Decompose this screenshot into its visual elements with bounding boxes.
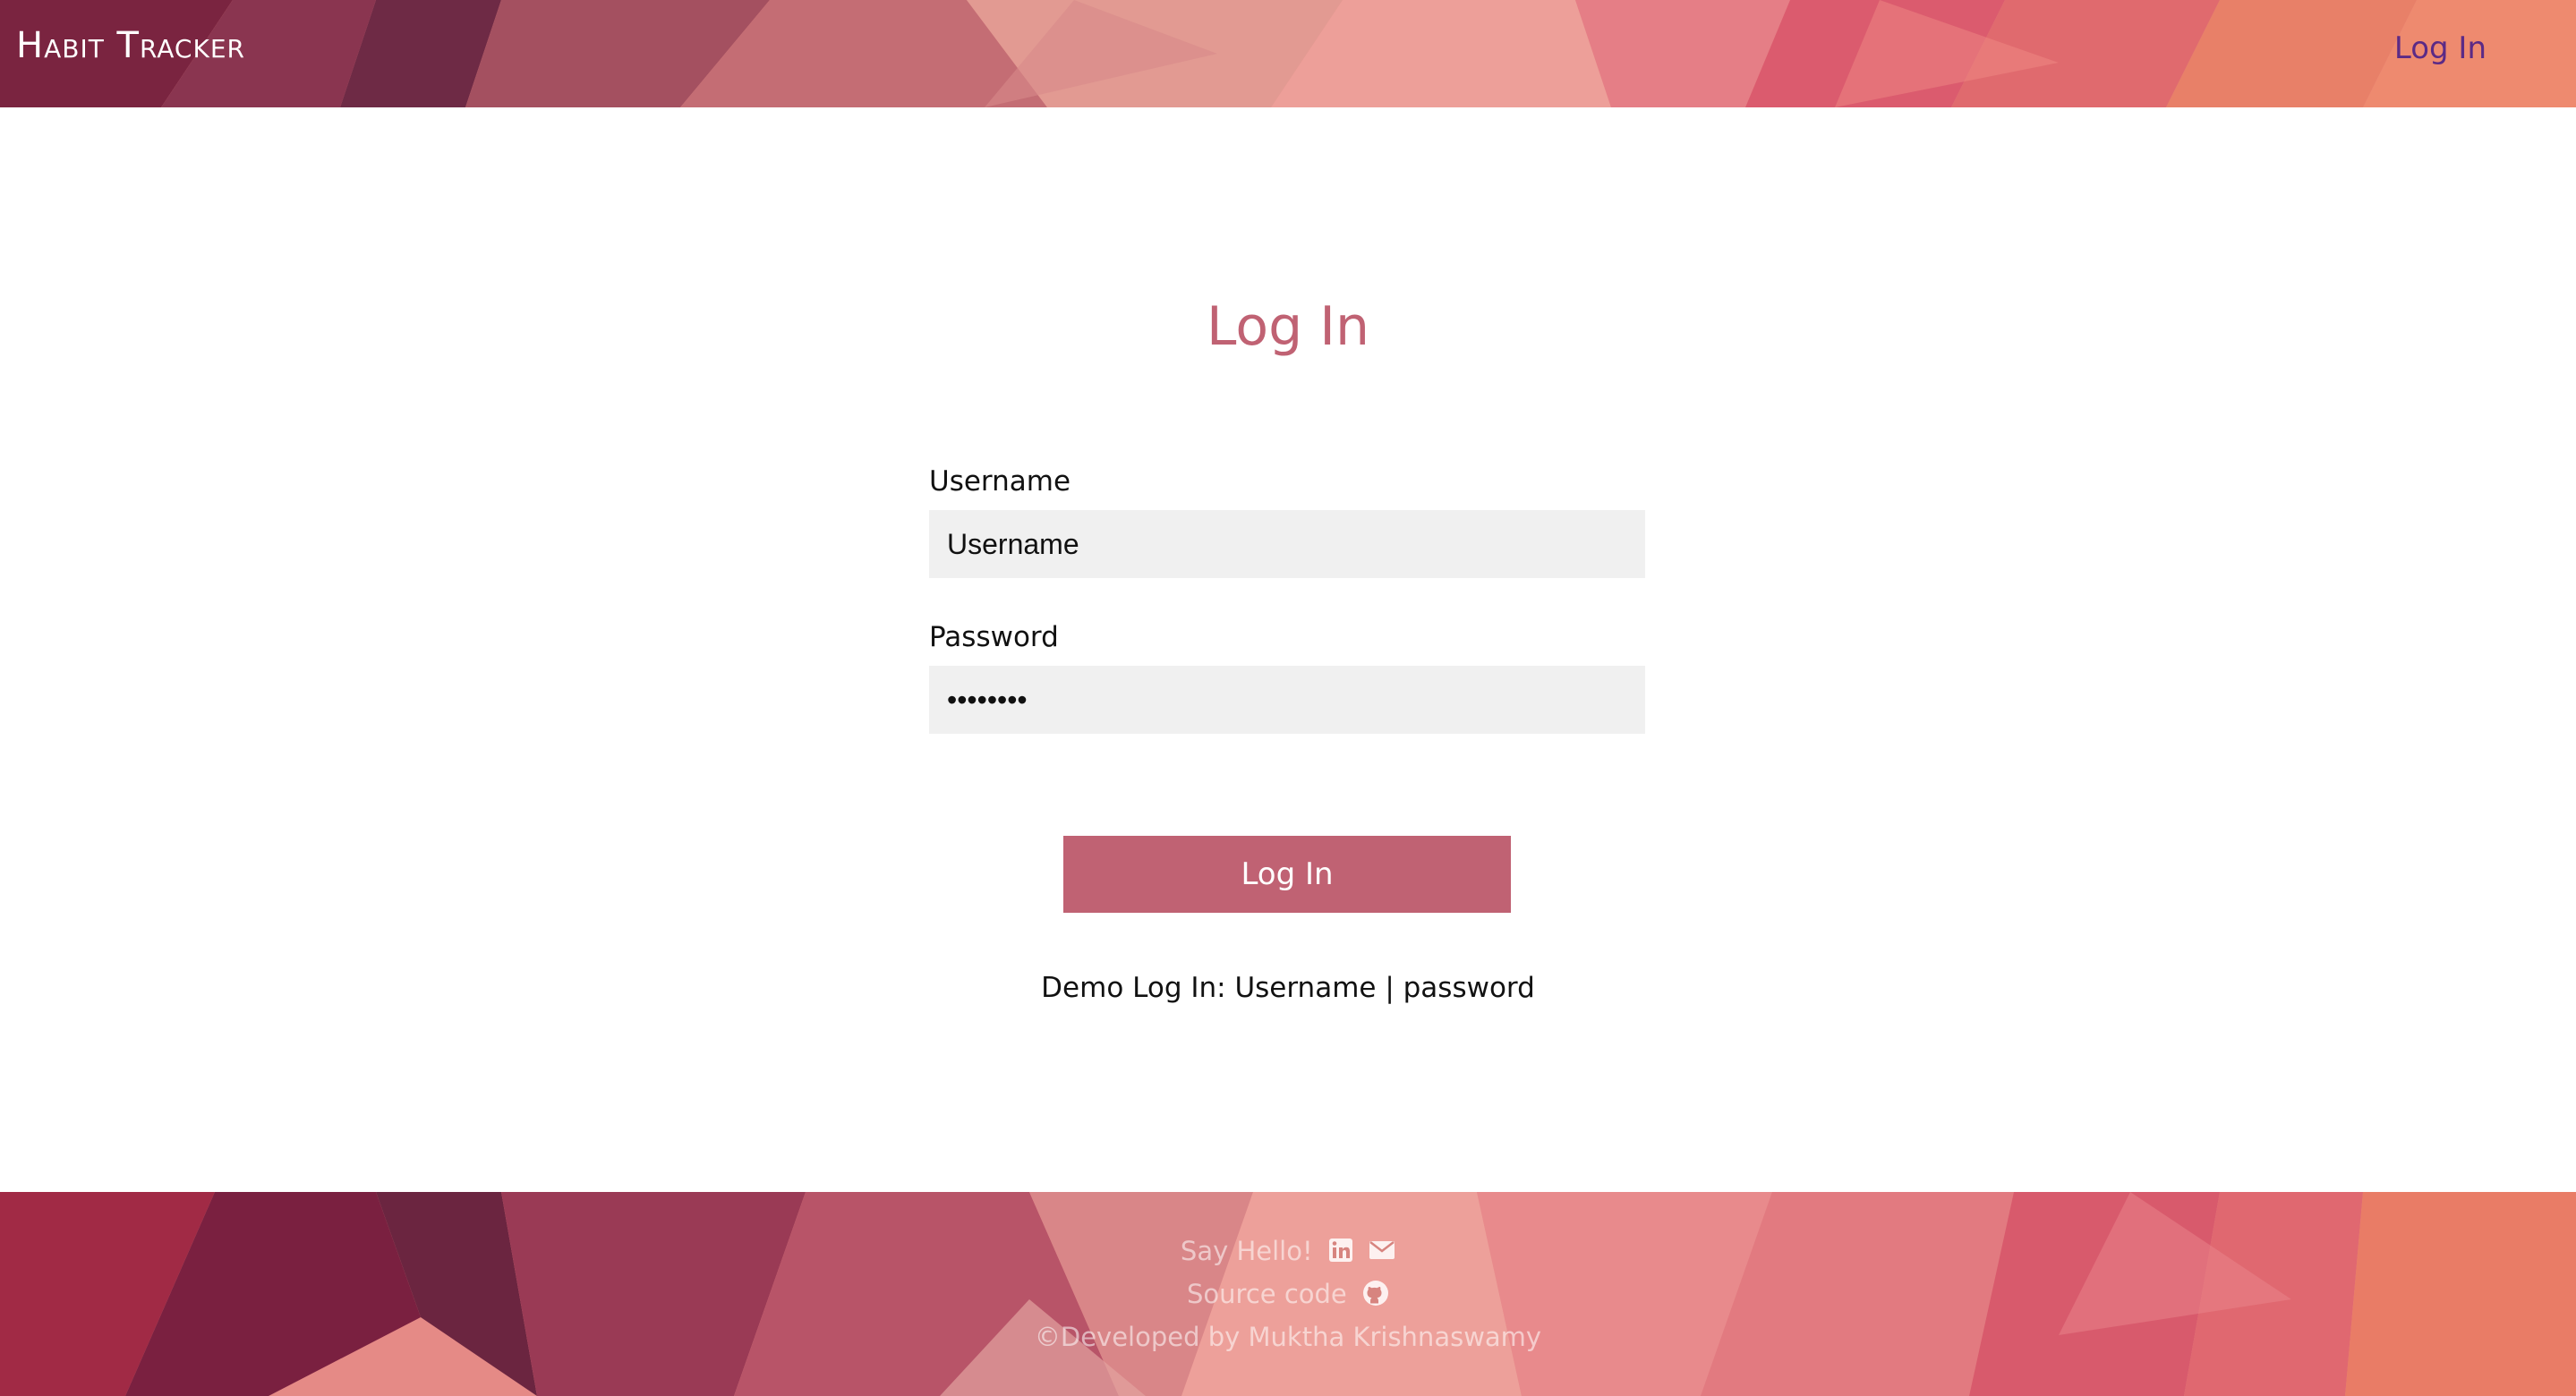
brand-logo[interactable]: Habit Tracker [16,25,245,66]
page-title: Log In [1207,295,1369,358]
password-input[interactable] [929,666,1645,734]
credit-line: ©Developed by Muktha Krishnaswamy [1034,1322,1542,1352]
source-code-line: Source code [0,1273,2576,1315]
demo-credentials-text: Demo Log In: Username | password [1041,972,1535,1004]
password-label: Password [929,621,1059,653]
footer-content: Say Hello! Source code ©Developed by Muk… [0,1230,2576,1358]
username-label: Username [929,465,1071,498]
username-input[interactable] [929,510,1645,578]
polygon-background [0,0,2576,107]
main-content: Log In Username Password Log In Demo Log… [0,107,2576,1192]
login-form: Username Password [929,465,1645,777]
password-group: Password [929,621,1645,734]
login-submit-button[interactable]: Log In [1063,836,1511,913]
top-navbar: Habit Tracker Log In [0,0,2576,107]
linkedin-icon[interactable] [1328,1238,1353,1263]
source-code-link[interactable]: Source code [1187,1279,1347,1309]
github-icon[interactable] [1362,1280,1389,1307]
footer: Say Hello! Source code ©Developed by Muk… [0,1192,2576,1396]
say-hello-text: Say Hello! [1180,1236,1313,1266]
say-hello-line: Say Hello! [0,1230,2576,1273]
username-group: Username [929,465,1645,578]
email-icon[interactable] [1369,1239,1395,1261]
nav-login-link[interactable]: Log In [2394,30,2486,66]
